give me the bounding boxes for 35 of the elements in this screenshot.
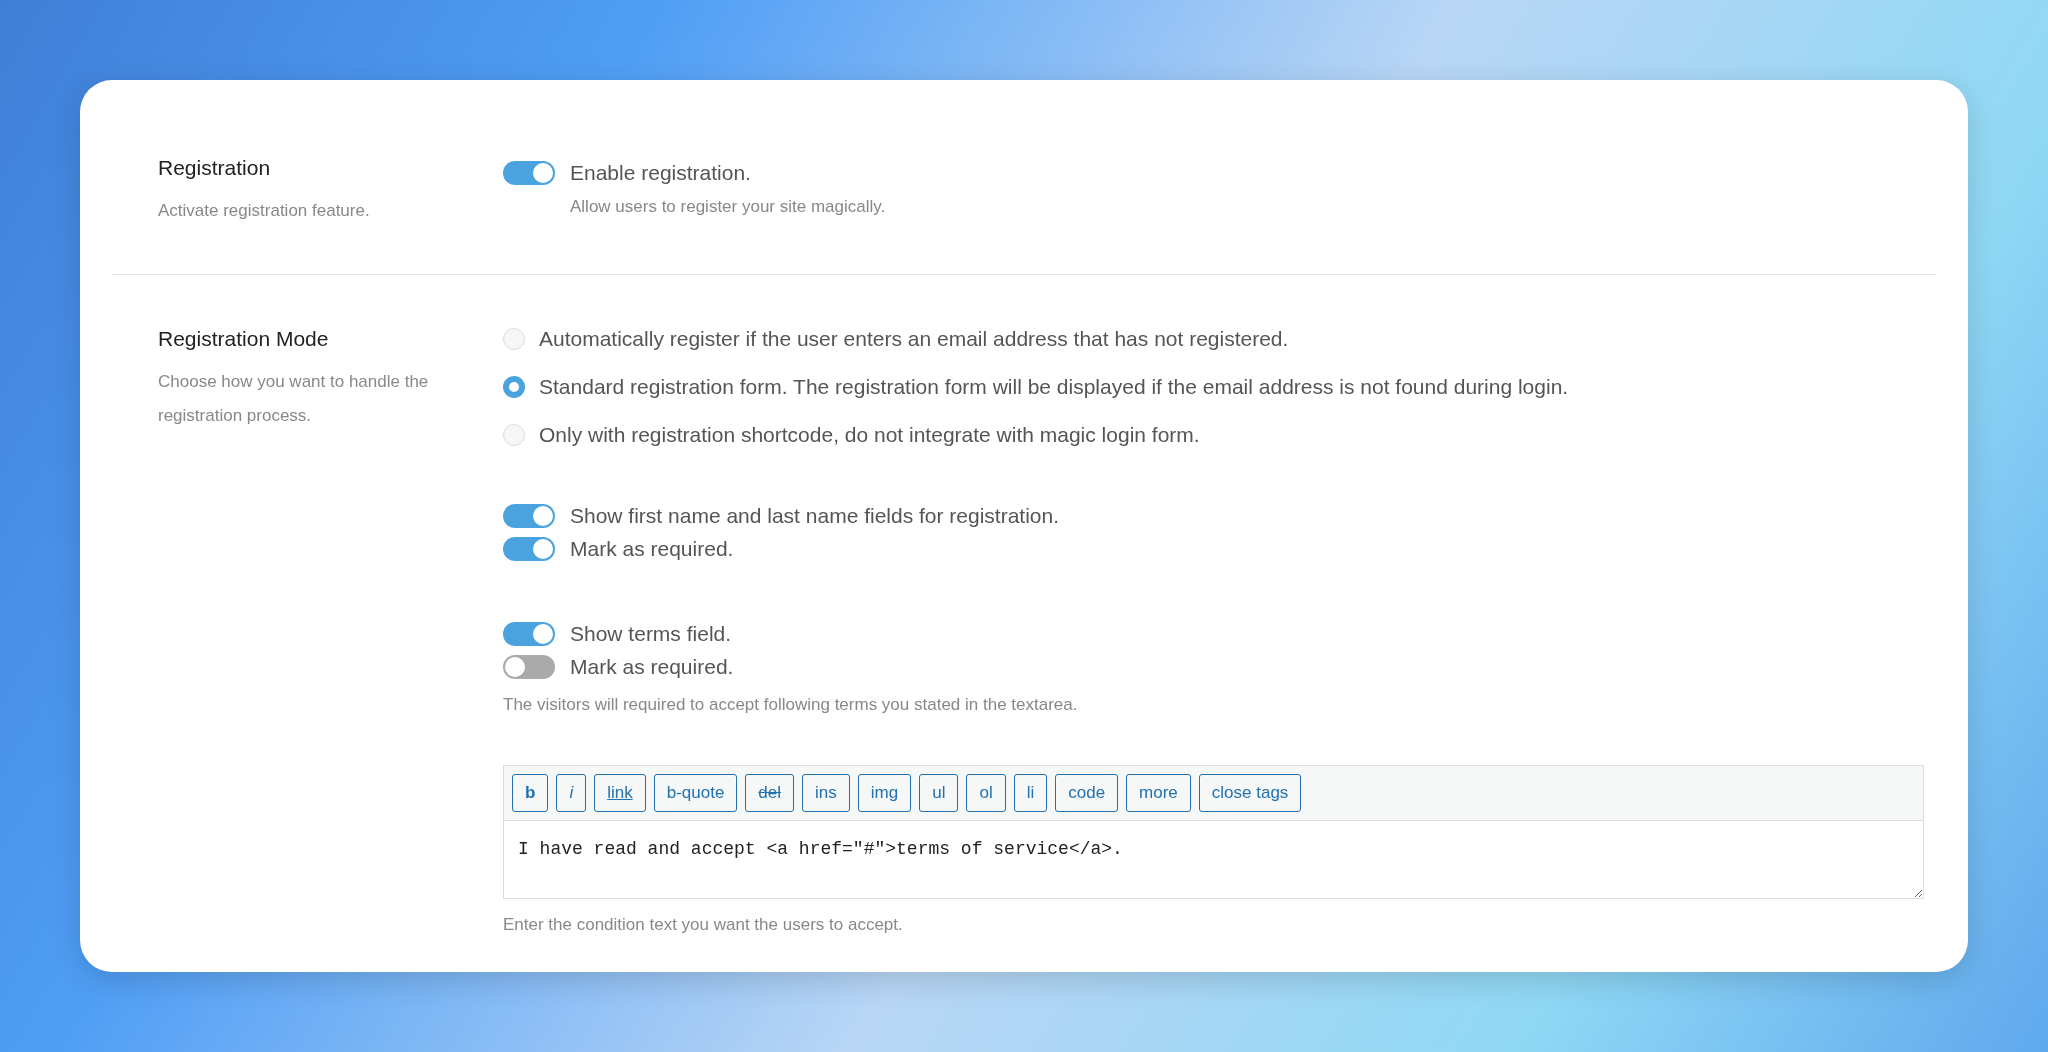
help-text: The visitors will required to accept following terms you stated in the textarea. — [503, 695, 1079, 715]
format-button[interactable]: del — [745, 774, 795, 812]
section-description: Choose how you want to handle the registration process. — [158, 371, 430, 427]
toggle-label[interactable]: Enable registration. — [570, 160, 751, 185]
format-button[interactable]: ins — [802, 774, 850, 812]
toggle-switch[interactable] — [503, 160, 555, 185]
toggle-switch[interactable] — [503, 621, 555, 646]
radio-button[interactable] — [503, 376, 525, 398]
format-button[interactable]: b — [512, 774, 549, 812]
toggle-label[interactable]: Mark as required. — [570, 536, 734, 561]
format-button[interactable]: close tags — [1198, 774, 1302, 812]
section-description: Activate registration feature. — [158, 200, 371, 222]
radio-label[interactable]: Standard registration form. The registration form will be displayed if the email address is not found during login. — [539, 375, 1569, 399]
toggle-switch[interactable] — [503, 654, 555, 679]
format-button[interactable]: img — [857, 774, 912, 812]
format-button[interactable]: ul — [919, 774, 959, 812]
format-button[interactable]: link — [594, 774, 646, 812]
help-text: Allow users to register your site magically. — [570, 197, 887, 217]
radio-label[interactable]: Automatically register if the user enters an email address that has not registered. — [539, 327, 1289, 351]
terms-textarea[interactable]: I have read and accept <a href="#">terms of service</a>. — [503, 821, 1924, 899]
help-text: Enter the condition text you want the users to accept. — [503, 915, 904, 935]
toggle-switch[interactable] — [503, 503, 555, 528]
format-button[interactable]: b-quote — [653, 774, 738, 812]
format-button[interactable]: ol — [966, 774, 1006, 812]
section-title: Registration — [158, 156, 272, 180]
format-button[interactable]: i — [556, 774, 587, 812]
section-title: Registration Mode — [158, 327, 330, 351]
toggle-switch[interactable] — [503, 536, 555, 561]
toggle-label[interactable]: Mark as required. — [570, 654, 734, 679]
toggle-label[interactable]: Show first name and last name fields for registration. — [570, 503, 1060, 528]
format-button[interactable]: more — [1126, 774, 1191, 812]
radio-label[interactable]: Only with registration shortcode, do not integrate with magic login form. — [539, 423, 1200, 447]
format-button[interactable]: code — [1055, 774, 1119, 812]
toggle-label[interactable]: Show terms field. — [570, 621, 732, 646]
format-button[interactable]: li — [1013, 774, 1048, 812]
